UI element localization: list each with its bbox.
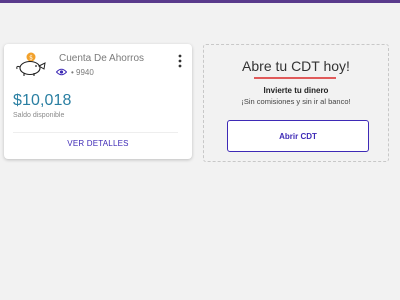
kebab-menu-icon[interactable] (176, 53, 184, 69)
open-cdt-button[interactable]: Abrir CDT (227, 120, 369, 152)
account-number-row: • 9940 (56, 66, 94, 78)
promo-description: ¡Sin comisiones y sin ir al banco! (241, 97, 351, 106)
cdt-promo-card: Abre tu CDT hoy! Invierte tu dinero ¡Sin… (203, 44, 389, 162)
balance-amount: $10,018 (13, 92, 72, 109)
top-bar (0, 0, 400, 3)
account-number: • 9940 (71, 67, 94, 77)
eye-icon[interactable] (56, 68, 67, 76)
balance-label: Saldo disponible (13, 112, 65, 119)
svg-text:$: $ (29, 55, 33, 62)
title-underline (254, 77, 336, 79)
account-name: Cuenta De Ahorros (59, 53, 145, 64)
promo-title: Abre tu CDT hoy! (242, 58, 350, 74)
promo-subtitle: Invierte tu dinero (263, 86, 329, 95)
view-details-link[interactable]: VER DETALLES (4, 139, 192, 148)
savings-account-card: $ Cuenta De Ahorros • 9940 $10,018 Saldo… (4, 44, 192, 159)
piggy-bank-icon: $ (16, 52, 46, 76)
card-divider (13, 132, 178, 133)
